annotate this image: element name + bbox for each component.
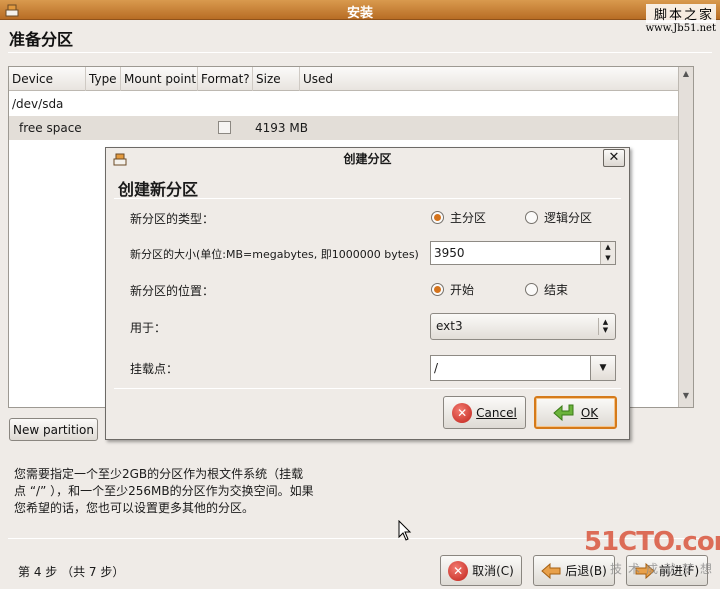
size-value: 3950 — [434, 246, 465, 260]
device-cell: free space — [19, 121, 82, 135]
column-header-type[interactable]: Type — [86, 67, 121, 91]
cancel-install-button[interactable]: 取消(C) — [440, 555, 522, 586]
dialog-cancel-label: Cancel — [476, 405, 517, 420]
column-header-used[interactable]: Used — [300, 67, 679, 91]
title-bar: 安装 — [0, 0, 720, 21]
new-partition-label: New partition — [13, 422, 94, 437]
radio-primary-indicator[interactable] — [431, 211, 444, 224]
page-title: 准备分区 — [9, 30, 74, 49]
new-partition-button[interactable]: New partition — [9, 418, 98, 441]
dialog-title: 创建分区 — [343, 152, 392, 166]
step-indicator: 第 4 步 （共 7 步） — [18, 565, 125, 579]
dialog-ok-button[interactable]: OK — [534, 396, 617, 429]
close-icon[interactable]: ✕ — [603, 149, 625, 167]
partition-description: 您需要指定一个至少2GB的分区作为根文件系统（挂载 点 “/” ），和一个至少2… — [14, 466, 354, 517]
watermark-text: 脚本之家 — [645, 4, 716, 23]
mount-point-value: / — [434, 361, 439, 375]
mount-point-dropdown-button[interactable]: ▼ — [590, 355, 616, 381]
format-checkbox[interactable] — [218, 121, 231, 134]
divider — [114, 388, 621, 389]
table-header: Device Type Mount point Format? Size Use… — [9, 67, 679, 91]
watermark-slogan: 技术成就梦想 — [610, 562, 719, 576]
mouse-cursor-icon — [398, 520, 412, 541]
scroll-up-icon[interactable]: ▲ — [680, 69, 692, 83]
device-cell: /dev/sda — [12, 97, 64, 111]
watermark-url: www.Jb51.net — [645, 23, 716, 34]
radio-logical-indicator[interactable] — [525, 211, 538, 224]
use-as-label: 用于： — [130, 321, 167, 335]
table-row[interactable]: /dev/sda — [9, 92, 679, 116]
chevron-up-icon[interactable]: ▲ — [601, 242, 615, 253]
column-header-format[interactable]: Format? — [198, 67, 253, 91]
column-header-size[interactable]: Size — [253, 67, 300, 91]
radio-start-indicator[interactable] — [431, 283, 444, 296]
column-header-device[interactable]: Device — [9, 67, 86, 91]
radio-end[interactable]: 结束 — [525, 281, 568, 298]
radio-logical-label: 逻辑分区 — [544, 211, 593, 225]
chevron-down-icon[interactable]: ▼ — [601, 253, 615, 264]
radio-start-label: 开始 — [450, 283, 475, 297]
radio-primary-label: 主分区 — [450, 211, 487, 225]
dialog-ok-label: OK — [580, 405, 599, 420]
description-line: 点 “/” ），和一个至少256MB的分区作为交换空间。如果 — [14, 484, 314, 498]
radio-end-indicator[interactable] — [525, 283, 538, 296]
size-cell: 4193 MB — [255, 121, 308, 135]
filesystem-select[interactable]: ext3 ▲ ▼ — [430, 313, 616, 340]
mount-point-label: 挂载点： — [130, 362, 179, 376]
cancel-install-label: 取消(C) — [472, 564, 514, 578]
radio-end-label: 结束 — [544, 283, 569, 297]
cancel-icon — [448, 560, 469, 581]
arrow-left-icon — [541, 562, 561, 579]
mount-point-input[interactable]: / — [430, 355, 591, 381]
back-label: 后退(B) — [565, 564, 607, 578]
table-scrollbar[interactable]: ▲ ▼ — [678, 67, 693, 407]
scroll-down-icon[interactable]: ▼ — [680, 391, 692, 405]
window-title: 安装 — [346, 6, 373, 21]
description-line: 您需要指定一个至少2GB的分区作为根文件系统（挂载 — [14, 467, 304, 481]
partition-position-label: 新分区的位置： — [130, 284, 215, 298]
chevron-down-icon: ▼ — [599, 363, 607, 373]
partition-type-label: 新分区的类型： — [130, 212, 215, 226]
dialog-cancel-button[interactable]: Cancel — [443, 396, 526, 429]
column-header-mount-point[interactable]: Mount point — [121, 67, 198, 91]
divider — [8, 52, 712, 53]
radio-start[interactable]: 开始 — [431, 281, 474, 298]
dialog-heading: 创建新分区 — [118, 180, 199, 199]
create-partition-dialog[interactable]: 创建分区 ✕ 创建新分区 新分区的类型： 主分区 逻辑分区 新分区的大小(单位:… — [105, 147, 630, 440]
radio-logical[interactable]: 逻辑分区 — [525, 209, 592, 226]
size-spin-input[interactable]: 3950 — [430, 241, 616, 265]
size-stepper[interactable]: ▲ ▼ — [600, 242, 615, 264]
select-arrows-icon: ▲ ▼ — [598, 318, 612, 335]
radio-primary[interactable]: 主分区 — [431, 209, 486, 226]
watermark-logo: 脚本之家 www.Jb51.net — [645, 4, 716, 34]
table-row-selected[interactable]: free space 4193 MB — [9, 116, 679, 140]
ok-arrow-icon — [553, 404, 574, 421]
description-line: 您希望的话，您也可以设置更多其他的分区。 — [14, 501, 255, 515]
back-button[interactable]: 后退(B) — [533, 555, 615, 586]
cancel-icon — [452, 402, 473, 423]
divider — [114, 198, 621, 199]
filesystem-value: ext3 — [436, 319, 463, 333]
watermark-logo-51cto: 51CTO.com — [584, 527, 720, 557]
partition-size-label: 新分区的大小(单位:MB=megabytes, 即1000000 bytes) — [130, 248, 419, 261]
